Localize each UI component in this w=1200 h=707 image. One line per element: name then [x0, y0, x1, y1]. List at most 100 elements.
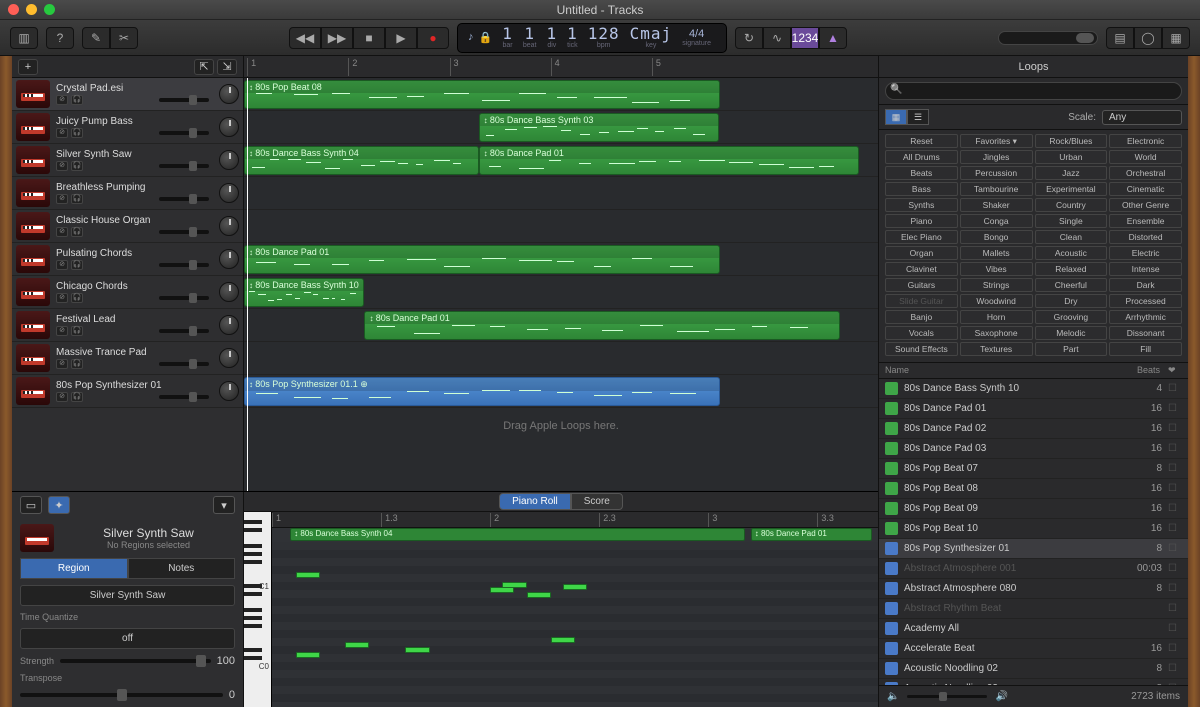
editor-tab[interactable]: Notes — [128, 558, 236, 579]
pan-knob[interactable] — [219, 249, 239, 269]
midi-note[interactable] — [502, 582, 526, 588]
midi-note[interactable] — [527, 592, 551, 598]
editor-view-2-button[interactable]: ✦ — [48, 496, 70, 514]
editor-region-header[interactable]: ↕ 80s Dance Bass Synth 04 — [290, 528, 745, 541]
track-header[interactable]: Festival Lead ⊘🎧 — [12, 309, 243, 342]
master-volume-slider[interactable] — [998, 31, 1098, 45]
track-volume-slider[interactable] — [159, 197, 209, 201]
loop-filter-button[interactable]: Clean — [1035, 230, 1108, 244]
solo-button[interactable]: 🎧 — [71, 260, 83, 270]
loop-filter-button[interactable]: Favorites ▾ — [960, 134, 1033, 148]
loop-filter-button[interactable]: Conga — [960, 214, 1033, 228]
loop-filter-button[interactable]: Dark — [1109, 278, 1182, 292]
loop-filter-button[interactable]: Vocals — [885, 326, 958, 340]
play-button[interactable]: ▶ — [385, 27, 417, 49]
track-volume-slider[interactable] — [159, 131, 209, 135]
track-volume-slider[interactable] — [159, 230, 209, 234]
piano-roll-grid[interactable]: 11.322.333.3 ↕ 80s Dance Bass Synth 04↕ … — [272, 512, 878, 707]
loop-col-beats[interactable]: Beats — [1118, 365, 1168, 376]
loop-favorite-checkbox[interactable]: ☐ — [1168, 543, 1182, 554]
track-volume-slider[interactable] — [159, 329, 209, 333]
region[interactable]: 80s Dance Bass Synth 03 — [479, 113, 720, 142]
loop-favorite-checkbox[interactable]: ☐ — [1168, 663, 1182, 674]
loop-filter-button[interactable]: Jazz — [1035, 166, 1108, 180]
track-header[interactable]: Crystal Pad.esi ⊘🎧 — [12, 78, 243, 111]
loop-item[interactable]: 80s Pop Beat 07 8 ☐ — [879, 459, 1188, 479]
loop-filter-button[interactable]: Orchestral — [1109, 166, 1182, 180]
loop-favorite-checkbox[interactable]: ☐ — [1168, 463, 1182, 474]
track-header[interactable]: 80s Pop Synthesizer 01 ⊘🎧 — [12, 375, 243, 408]
loop-filter-button[interactable]: Ensemble — [1109, 214, 1182, 228]
scissors-button[interactable]: ✂ — [110, 27, 138, 49]
record-button[interactable]: ● — [417, 27, 449, 49]
pan-knob[interactable] — [219, 381, 239, 401]
track-volume-slider[interactable] — [159, 164, 209, 168]
editor-view-1-button[interactable]: ▭ — [20, 496, 42, 514]
track-header[interactable]: Breathless Pumping ⊘🎧 — [12, 177, 243, 210]
pan-knob[interactable] — [219, 183, 239, 203]
editor-region-header[interactable]: ↕ 80s Dance Pad 01 — [751, 528, 872, 541]
loop-favorite-checkbox[interactable]: ☐ — [1168, 383, 1182, 394]
rewind-button[interactable]: ◀◀ — [289, 27, 321, 49]
loop-filter-button[interactable]: Jingles — [960, 150, 1033, 164]
solo-button[interactable]: 🎧 — [71, 161, 83, 171]
mute-button[interactable]: ⊘ — [56, 326, 68, 336]
piano-keyboard[interactable]: C1 C0 — [244, 512, 272, 707]
track-header[interactable]: Juicy Pump Bass ⊘🎧 — [12, 111, 243, 144]
loop-filter-button[interactable]: Grooving — [1035, 310, 1108, 324]
loop-filter-button[interactable]: Cheerful — [1035, 278, 1108, 292]
track-volume-slider[interactable] — [159, 362, 209, 366]
loop-item[interactable]: 80s Dance Pad 02 16 ☐ — [879, 419, 1188, 439]
mute-button[interactable]: ⊘ — [56, 359, 68, 369]
track-volume-slider[interactable] — [159, 296, 209, 300]
mute-button[interactable]: ⊘ — [56, 128, 68, 138]
solo-button[interactable]: 🎧 — [71, 194, 83, 204]
loop-filter-button[interactable]: Acoustic — [1035, 246, 1108, 260]
editor-tab[interactable]: Region — [20, 558, 128, 579]
loop-filter-button[interactable]: Elec Piano — [885, 230, 958, 244]
loop-filter-button[interactable]: Percussion — [960, 166, 1033, 180]
loop-filter-button[interactable]: Slide Guitar — [885, 294, 958, 308]
loop-filter-button[interactable]: Cinematic — [1109, 182, 1182, 196]
loop-filter-button[interactable]: Banjo — [885, 310, 958, 324]
loop-item[interactable]: 80s Pop Synthesizer 01 8 ☐ — [879, 539, 1188, 559]
track-header[interactable]: Silver Synth Saw ⊘🎧 — [12, 144, 243, 177]
loop-filter-button[interactable]: Tambourine — [960, 182, 1033, 196]
mute-button[interactable]: ⊘ — [56, 227, 68, 237]
mute-button[interactable]: ⊘ — [56, 260, 68, 270]
cycle-button[interactable]: ↻ — [735, 27, 763, 49]
solo-button[interactable]: 🎧 — [71, 128, 83, 138]
loop-filter-button[interactable]: Shaker — [960, 198, 1033, 212]
loop-filter-button[interactable]: Sound Effects — [885, 342, 958, 356]
loop-filter-button[interactable]: Vibes — [960, 262, 1033, 276]
region[interactable]: 80s Dance Pad 01 — [244, 245, 720, 274]
pan-knob[interactable] — [219, 84, 239, 104]
help-button[interactable]: ? — [46, 27, 74, 49]
midi-note[interactable] — [296, 572, 320, 578]
midi-note[interactable] — [563, 584, 587, 590]
count-in-button[interactable]: 1234 — [791, 27, 819, 49]
pan-knob[interactable] — [219, 315, 239, 335]
loop-item[interactable]: 80s Dance Bass Synth 10 4 ☐ — [879, 379, 1188, 399]
midi-note[interactable] — [551, 637, 575, 643]
loop-filter-button[interactable]: Fill — [1109, 342, 1182, 356]
pan-knob[interactable] — [219, 117, 239, 137]
tuner-button[interactable]: ∿ — [763, 27, 791, 49]
loop-filter-button[interactable]: Urban — [1035, 150, 1108, 164]
loop-item[interactable]: Academy All ☐ — [879, 619, 1188, 639]
solo-button[interactable]: 🎧 — [71, 392, 83, 402]
track-header[interactable]: Massive Trance Pad ⊘🎧 — [12, 342, 243, 375]
loop-filter-button[interactable]: Other Genre — [1109, 198, 1182, 212]
loop-filter-button[interactable]: Processed — [1109, 294, 1182, 308]
loop-filter-button[interactable]: Bongo — [960, 230, 1033, 244]
region[interactable]: 80s Dance Pad 01 — [364, 311, 840, 340]
loop-favorite-checkbox[interactable]: ☐ — [1168, 483, 1182, 494]
transpose-slider[interactable]: .ed-slider[style*="--pos"]::after{left:4… — [20, 693, 223, 697]
pan-knob[interactable] — [219, 150, 239, 170]
loop-filter-button[interactable]: Distorted — [1109, 230, 1182, 244]
loop-item[interactable]: Abstract Atmosphere 001 00:03 ☐ — [879, 559, 1188, 579]
pan-knob[interactable] — [219, 348, 239, 368]
loop-favorite-checkbox[interactable]: ☐ — [1168, 583, 1182, 594]
loop-item[interactable]: 80s Dance Pad 01 16 ☐ — [879, 399, 1188, 419]
loop-filter-button[interactable]: Dissonant — [1109, 326, 1182, 340]
